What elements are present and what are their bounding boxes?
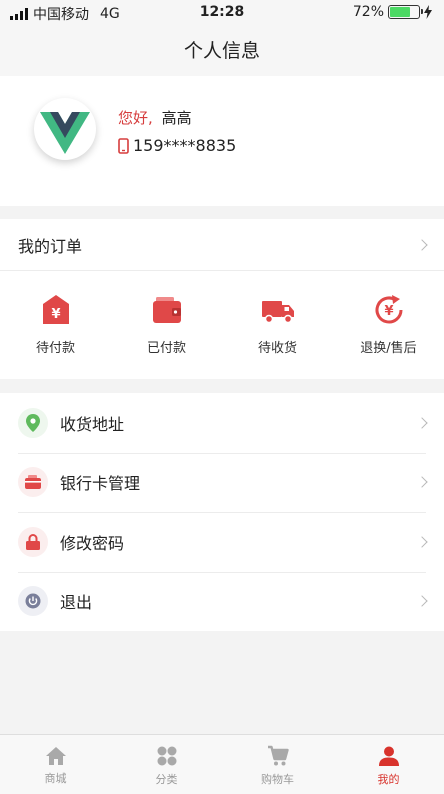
chevron-right-icon: [416, 238, 428, 251]
battery-icon: [388, 5, 423, 19]
greeting: 您好, 高高: [118, 107, 192, 128]
truck-icon: [261, 301, 294, 324]
chevron-right-icon: [416, 476, 428, 488]
svg-text:¥: ¥: [51, 307, 60, 322]
order-item-label: 待收货: [257, 341, 297, 356]
phone-number: 159****8835: [133, 136, 237, 155]
menu-item-bank-card[interactable]: 银行卡管理: [0, 452, 444, 513]
battery-info: 72%: [353, 4, 432, 20]
menu-item-label: 退出: [60, 593, 93, 613]
profile-card: 您好, 高高 159****8835: [0, 76, 444, 206]
chevron-right-icon: [416, 536, 428, 548]
chevron-right-icon: [416, 417, 428, 429]
wallet-card-icon: [18, 467, 48, 498]
menu-item-change-password[interactable]: 修改密码: [0, 512, 444, 572]
tab-label: 购物车: [261, 772, 294, 786]
phone-row: 159****8835: [118, 136, 236, 155]
my-orders-title: 我的订单: [18, 236, 83, 256]
mobile-phone-icon: [118, 137, 129, 154]
order-paid[interactable]: 已付款: [111, 293, 222, 356]
yen-tag-icon: ¥: [42, 295, 69, 324]
settings-menu: 收货地址 银行卡管理 修改密码 退出: [0, 393, 444, 631]
order-pending-payment[interactable]: ¥ 待付款: [0, 293, 111, 356]
battery-percent: 72%: [352, 4, 384, 20]
svg-text:¥: ¥: [384, 304, 393, 319]
order-refund-service[interactable]: ¥ 退换/售后: [333, 293, 444, 356]
tab-label: 分类: [155, 772, 178, 786]
tab-cart[interactable]: 购物车: [222, 735, 333, 794]
tab-label: 我的: [377, 772, 400, 786]
category-icon: [157, 746, 176, 765]
user-icon: [378, 746, 399, 766]
yen-refund-icon: ¥: [375, 295, 402, 324]
power-icon: [18, 586, 48, 617]
menu-item-address[interactable]: 收货地址: [0, 393, 444, 453]
tab-mall[interactable]: 商城: [0, 735, 111, 794]
charging-icon: [424, 5, 432, 19]
order-status-list: ¥ 待付款 已付款 待收货 ¥ 退换/售后: [0, 271, 444, 356]
tab-category[interactable]: 分类: [111, 735, 222, 794]
bottom-tab-bar: 商城 分类 购物车 我的: [0, 734, 444, 794]
status-bar: 中国移动 4G 12:28 72%: [0, 0, 444, 26]
menu-item-label: 银行卡管理: [60, 474, 141, 494]
menu-item-label: 收货地址: [60, 414, 125, 434]
lock-icon: [18, 526, 48, 557]
greeting-prefix: 您好,: [118, 109, 153, 127]
order-item-label: 待付款: [35, 341, 75, 356]
cart-icon: [267, 745, 289, 765]
tab-label: 商城: [44, 771, 67, 785]
page-title: 个人信息: [0, 26, 444, 76]
order-awaiting-delivery[interactable]: 待收货: [222, 293, 333, 356]
location-pin-icon: [18, 407, 48, 438]
menu-item-label: 修改密码: [60, 533, 125, 553]
wallet-icon: [152, 297, 181, 323]
my-orders-row[interactable]: 我的订单: [0, 219, 444, 271]
chevron-right-icon: [416, 595, 428, 607]
menu-item-logout[interactable]: 退出: [0, 571, 444, 632]
tab-mine[interactable]: 我的: [333, 735, 444, 794]
user-name: 高高: [161, 109, 192, 127]
order-item-label: 退换/售后: [360, 341, 417, 356]
vue-logo-icon: [40, 112, 90, 154]
avatar[interactable]: [34, 98, 96, 160]
orders-section: 我的订单 ¥ 待付款 已付款 待收货 ¥ 退换/售后: [0, 219, 444, 379]
order-item-label: 已付款: [146, 341, 186, 356]
home-icon: [45, 746, 66, 765]
